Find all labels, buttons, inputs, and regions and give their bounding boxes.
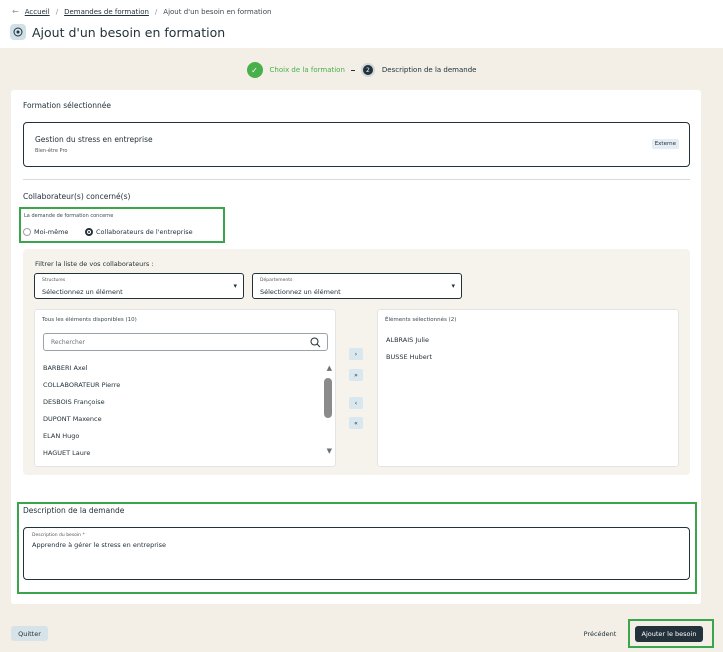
step-2-label: Description de la demande	[381, 66, 477, 74]
step-2-number: 2	[360, 63, 375, 77]
breadcrumb-requests-link[interactable]: Demandes de formation	[64, 8, 149, 16]
add-need-button[interactable]: Ajouter le besoin	[635, 626, 703, 642]
caret-down-icon: ▾	[233, 282, 237, 290]
caret-down-icon: ▾	[451, 282, 455, 290]
structures-select[interactable]: Structures Sélectionnez un élément ▾	[34, 273, 244, 299]
formation-type-badge: Externe	[651, 139, 679, 149]
divider	[23, 179, 690, 180]
collaborator-item[interactable]: DESBOIS Françoise	[43, 398, 105, 406]
departements-select[interactable]: Départements Sélectionnez un élément ▾	[252, 273, 462, 299]
formation-name: Gestion du stress en entreprise	[35, 135, 153, 144]
formation-category: Bien-être Pro	[35, 148, 68, 154]
quit-button[interactable]: Quitter	[11, 626, 48, 641]
structures-label: Structures	[42, 278, 66, 283]
page-title: Ajout d'un besoin en formation	[32, 24, 226, 40]
training-icon	[10, 24, 26, 40]
collaborator-item[interactable]: HAGUET Laure	[43, 449, 90, 457]
collaborator-item[interactable]: BARBERI Axel	[43, 364, 87, 372]
remove-all-button[interactable]: «	[349, 417, 363, 429]
add-one-button[interactable]: ›	[349, 348, 363, 360]
selected-list: Éléments sélectionnés (2) ALBRAIS Julie …	[377, 309, 679, 467]
departements-label: Départements	[260, 278, 293, 283]
check-icon: ✓	[246, 62, 263, 78]
breadcrumb-home-link[interactable]: Accueil	[25, 8, 50, 16]
breadcrumb-separator: /	[154, 7, 158, 16]
breadcrumb-current: Ajout d'un besoin en formation	[163, 7, 272, 16]
highlight-frame	[19, 207, 225, 243]
selected-collaborator-item[interactable]: ALBRAIS Julie	[386, 336, 429, 344]
highlight-frame	[17, 502, 697, 594]
search-input[interactable]: Rechercher	[43, 333, 328, 351]
formation-section-title: Formation sélectionnée	[23, 101, 111, 110]
collaborator-item[interactable]: DUPONT Maxence	[43, 415, 102, 423]
scroll-up-icon[interactable]: ▲	[327, 364, 332, 372]
available-list-title: Tous les éléments disponibles (10)	[42, 317, 137, 323]
title-row: Ajout d'un besoin en formation	[10, 24, 225, 40]
collaborator-item[interactable]: ELAN Hugo	[43, 432, 79, 440]
scroll-down-icon[interactable]: ▼	[327, 447, 332, 455]
add-all-button[interactable]: »	[349, 369, 363, 381]
breadcrumb: ← Accueil / Demandes de formation / Ajou…	[12, 7, 271, 16]
filter-title: Filtrer la liste de vos collaborateurs :	[35, 260, 154, 268]
previous-button[interactable]: Précédent	[578, 626, 622, 641]
back-arrow-icon[interactable]: ←	[12, 7, 19, 16]
collaborators-section-title: Collaborateur(s) concerné(s)	[23, 192, 131, 201]
scrollbar-thumb[interactable]	[324, 378, 332, 418]
structures-value: Sélectionnez un élément	[42, 288, 123, 296]
top-bar: ← Accueil / Demandes de formation / Ajou…	[0, 0, 723, 48]
search-icon	[310, 337, 321, 348]
departements-value: Sélectionnez un élément	[260, 288, 341, 296]
stepper: ✓ Choix de la formation 2 Description de…	[0, 60, 723, 80]
step-connector	[350, 69, 355, 71]
remove-one-button[interactable]: ‹	[349, 397, 363, 409]
selected-formation-card: Gestion du stress en entreprise Bien-êtr…	[23, 122, 690, 167]
collaborator-item[interactable]: COLLABORATEUR Pierre	[43, 381, 120, 389]
collaborator-filter-panel: Filtrer la liste de vos collaborateurs :…	[23, 249, 690, 475]
step-1-label[interactable]: Choix de la formation	[270, 66, 345, 74]
available-list: Tous les éléments disponibles (10) Reche…	[34, 309, 336, 467]
selected-collaborator-item[interactable]: BUSSE Hubert	[386, 353, 432, 361]
breadcrumb-separator: /	[55, 7, 59, 16]
selected-list-title: Éléments sélectionnés (2)	[385, 317, 457, 323]
search-placeholder[interactable]: Rechercher	[51, 339, 85, 346]
